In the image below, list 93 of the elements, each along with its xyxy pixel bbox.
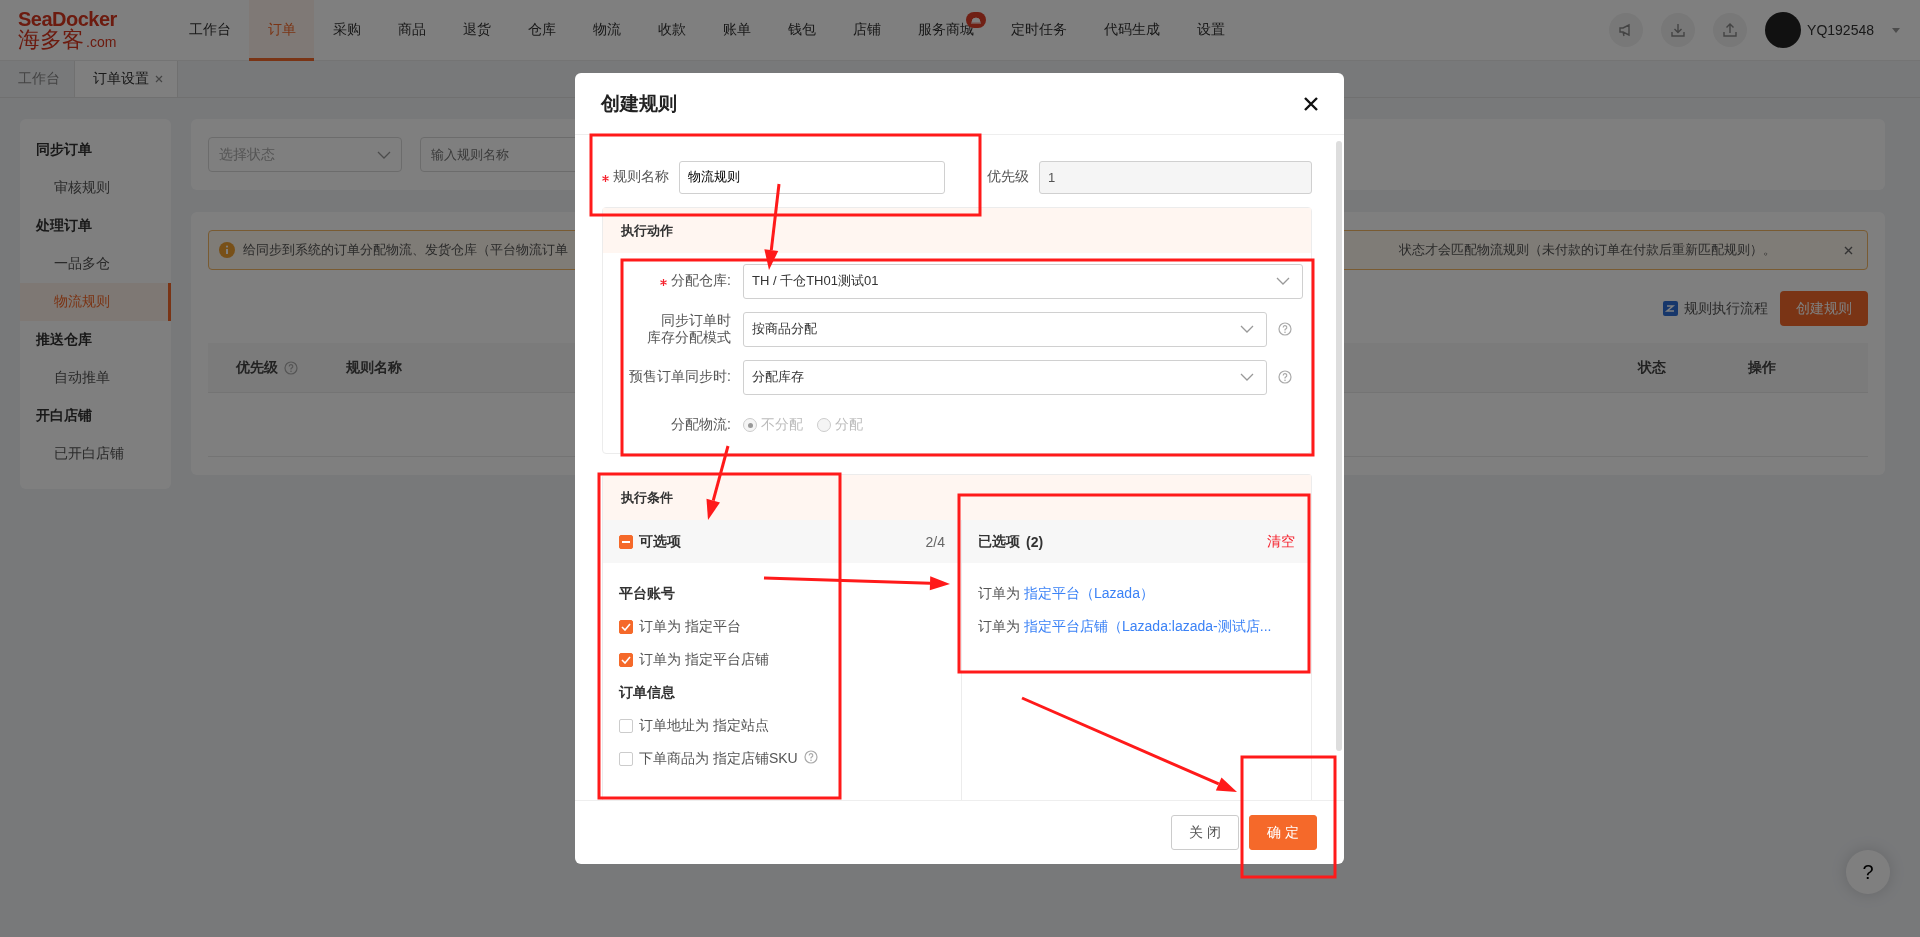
help-icon <box>1278 370 1292 384</box>
help-icon <box>284 360 298 375</box>
field-label: 优先级 <box>987 168 1029 186</box>
nav-item[interactable]: 定时任务 <box>992 0 1085 61</box>
condition-option[interactable]: 订单为 指定平台店铺 <box>639 650 769 669</box>
checkbox[interactable] <box>619 652 633 667</box>
nav-item[interactable]: 设置 <box>1178 0 1243 61</box>
field-label: 预售订单同步时: <box>629 368 731 386</box>
nav-item[interactable]: 采购 <box>314 0 379 61</box>
condition-option[interactable]: 下单商品为 指定店铺SKU <box>639 749 798 768</box>
caret-icon[interactable] <box>1892 27 1900 33</box>
rule-name-field[interactable]: 物流规则 <box>679 160 945 194</box>
dialog-title: 创建规则 <box>601 91 677 116</box>
selection-count: 2/4 <box>925 533 945 550</box>
help-icon <box>803 750 818 764</box>
select-field[interactable]: TH / 千仓TH01测试01 <box>743 263 1303 299</box>
column-header: 优先级 <box>236 358 278 377</box>
upload-button[interactable] <box>1713 13 1748 47</box>
column-header: 规则名称 <box>346 358 402 377</box>
checkbox[interactable] <box>619 718 633 733</box>
condition-group-title: 订单信息 <box>619 682 675 702</box>
nav-item[interactable]: 商品 <box>379 0 444 61</box>
logo-suffix: .com <box>86 35 117 49</box>
page-tab[interactable]: 订单设置 <box>75 61 178 97</box>
checkbox[interactable] <box>619 751 633 766</box>
help-button[interactable]: ? <box>1846 850 1890 894</box>
checkbox[interactable] <box>619 534 633 549</box>
download-icon <box>1670 22 1687 38</box>
create-rule-button[interactable]: 创建规则 <box>1780 291 1868 326</box>
sidebar-item[interactable]: 一品多仓 <box>20 245 171 283</box>
chosen-condition: 订单为 指定平台（Lazada） <box>978 583 1155 605</box>
selection-count: (2) <box>1026 533 1044 550</box>
alert-text: 给同步到系统的订单分配物流、发货仓库（平台物流订单 <box>243 241 568 259</box>
nav-item[interactable]: 钱包 <box>769 0 834 61</box>
nav-item[interactable]: 店铺 <box>834 0 899 61</box>
panel-title: 可选项 <box>639 532 681 551</box>
checkbox[interactable] <box>619 619 633 634</box>
section-title: 执行条件 <box>603 475 1311 520</box>
condition-link[interactable]: 指定平台（Lazada） <box>1024 584 1154 603</box>
sidebar-group-title: 开白店铺 <box>35 406 93 425</box>
sidebar-item[interactable]: 审核规则 <box>20 169 171 207</box>
chevron-down-icon <box>377 150 391 159</box>
nav-item[interactable]: 仓库 <box>509 0 574 61</box>
select-field[interactable]: 按商品分配 <box>743 311 1267 347</box>
help-icon <box>1278 322 1292 336</box>
sidebar-item[interactable]: 自动推单 <box>20 359 171 397</box>
megaphone-button[interactable] <box>1609 13 1644 47</box>
column-header: 操作 <box>1748 358 1776 377</box>
check-icon <box>621 655 631 664</box>
condition-option[interactable]: 订单地址为 指定站点 <box>639 716 769 735</box>
user-name[interactable]: YQ192548 <box>1807 22 1874 38</box>
nav-item[interactable]: 收款 <box>639 0 704 61</box>
condition-option[interactable]: 订单为 指定平台 <box>639 617 741 636</box>
field-label: 分配仓库: <box>671 272 731 290</box>
logo-name: 海多客 <box>18 29 84 51</box>
info-icon <box>219 242 235 258</box>
required-asterisk-icon <box>660 279 668 286</box>
sidebar-group-title: 推送仓库 <box>35 330 93 349</box>
field-label: 规则名称 <box>613 168 669 186</box>
column-header: 状态 <box>1638 358 1666 377</box>
logo-brand: SeaDocker <box>18 9 118 29</box>
chevron-down-icon <box>1240 325 1254 333</box>
chosen-condition: 订单为 指定平台店铺（Lazada:lazada-测试店... <box>978 616 1273 638</box>
close-button[interactable]: 关 闭 <box>1171 815 1239 850</box>
rule-flow-link[interactable]: 规则执行流程 <box>1663 299 1768 318</box>
chevron-down-icon <box>1240 373 1254 381</box>
clear-link[interactable]: 清空 <box>1267 532 1295 551</box>
nav-item[interactable]: 账单 <box>704 0 769 61</box>
sidebar-group-title: 同步订单 <box>35 140 93 159</box>
select-field[interactable]: 分配库存 <box>743 359 1267 395</box>
panel-title: 已选项 <box>978 532 1020 551</box>
close-icon[interactable] <box>1304 96 1318 111</box>
section-title: 执行动作 <box>603 208 1311 253</box>
nav-item[interactable]: 工作台 <box>170 0 249 61</box>
nav-item[interactable]: 代码生成 <box>1085 0 1178 61</box>
scrollbar[interactable] <box>1336 141 1342 751</box>
upload-icon <box>1722 22 1739 38</box>
avatar[interactable] <box>1765 12 1802 48</box>
alert-text: 状态才会匹配物流规则（未付款的订单在付款后重新匹配规则）。 <box>1399 241 1776 259</box>
sidebar-group-title: 处理订单 <box>35 216 93 235</box>
sidebar-item[interactable]: 已开白店铺 <box>20 435 171 473</box>
chevron-down-icon <box>1276 277 1290 285</box>
field-label: 分配物流: <box>671 416 731 434</box>
minus-icon <box>622 540 630 543</box>
field-label: 同步订单时 库存分配模式 <box>647 311 731 347</box>
download-button[interactable] <box>1661 13 1696 47</box>
required-asterisk-icon <box>602 175 609 182</box>
confirm-button[interactable]: 确 定 <box>1249 815 1317 850</box>
nav-item[interactable]: 物流 <box>574 0 639 61</box>
check-icon <box>621 622 631 631</box>
condition-link[interactable]: 指定平台店铺（Lazada:lazada-测试店... <box>1024 617 1272 636</box>
condition-group-title: 平台账号 <box>619 583 675 603</box>
nav-item[interactable]: 退货 <box>444 0 509 61</box>
